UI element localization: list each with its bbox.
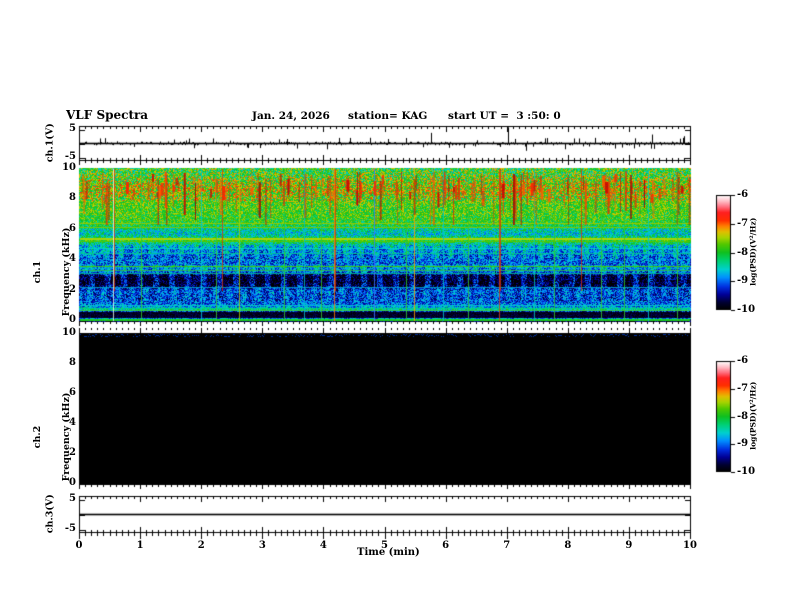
colorbar1-tick-label: -10 xyxy=(737,304,756,315)
colorbar2-tick-label: -7 xyxy=(737,382,749,394)
x-tick-label: 0 xyxy=(75,540,83,551)
ch1-spectrogram-panel xyxy=(79,168,691,322)
ch2-freq-tick-label: 4 xyxy=(69,417,76,428)
ch1-freq-tick-label: 8 xyxy=(69,192,76,204)
vlf-spectra-plot-page: VLF Spectra Jan. 24, 2026 station= KAG s… xyxy=(0,0,792,612)
colorbar-ch2 xyxy=(716,361,731,472)
ch2-freq-tick-label: 2 xyxy=(69,447,76,458)
ch3-voltage-axis-label: ch.3(V) xyxy=(44,494,56,534)
ch1-axis-line1: ch.1 xyxy=(32,260,43,284)
x-tick-label: 10 xyxy=(683,540,697,551)
colorbar1-label: log(PSD)(V²/Hz) xyxy=(748,217,758,286)
colorbar1-tick-label: -8 xyxy=(737,246,749,258)
ch3-volt-tick-label: 5 xyxy=(69,493,76,504)
ch2-freq-tick-label: 8 xyxy=(69,357,76,368)
ch1-volt-tick-label: -5 xyxy=(64,151,76,162)
colorbar2-tick-label: -10 xyxy=(737,466,756,477)
start-ut-label: start UT = 3 :50: 0 xyxy=(448,110,561,122)
ch1-freq-tick-label: 4 xyxy=(69,253,76,265)
ch1-freq-tick-label: 2 xyxy=(69,283,76,295)
ch1-waveform-panel xyxy=(79,126,691,161)
date-label: Jan. 24, 2026 xyxy=(252,110,330,122)
ch2-freq-tick-label: 6 xyxy=(69,387,76,398)
ch1-volt-tick-label: 5 xyxy=(69,123,76,134)
ch3-volt-tick-label: -5 xyxy=(64,523,76,534)
x-tick-label: 3 xyxy=(258,540,266,551)
station-label: station= KAG xyxy=(348,110,428,122)
ch1-freq-tick-label: 0 xyxy=(69,314,76,325)
x-tick-label: 2 xyxy=(197,540,205,551)
colorbar2-tick-label: -9 xyxy=(737,438,749,450)
colorbar2-tick-label: -8 xyxy=(737,410,749,422)
ch2-axis-line1: ch.2 xyxy=(32,425,43,449)
colorbar-ch1 xyxy=(716,195,731,310)
ch2-freq-tick-label: 0 xyxy=(69,477,76,488)
x-tick-label: 8 xyxy=(564,540,572,551)
colorbar2-label: log(PSD)(V²/Hz) xyxy=(748,381,758,450)
x-tick-label: 6 xyxy=(442,540,450,551)
ch1-freq-tick-label: 6 xyxy=(69,222,76,234)
colorbar2-tick-label: -6 xyxy=(737,355,749,366)
ch3-waveform-panel xyxy=(79,496,691,533)
ch1-freq-tick-label: 10 xyxy=(62,162,76,173)
x-tick-label: 5 xyxy=(381,540,388,551)
ch2-spectrogram-panel xyxy=(79,333,691,485)
colorbar1-tick-label: -7 xyxy=(737,217,749,229)
ch2-freq-tick-label: 10 xyxy=(62,327,76,338)
x-tick-label: 4 xyxy=(319,540,327,551)
x-tick-label: 9 xyxy=(625,540,633,551)
colorbar1-tick-label: -9 xyxy=(737,275,749,287)
colorbar1-tick-label: -6 xyxy=(737,189,749,200)
x-tick-label: 7 xyxy=(503,540,511,551)
plot-title: VLF Spectra xyxy=(66,108,149,122)
x-tick-label: 1 xyxy=(136,540,144,551)
